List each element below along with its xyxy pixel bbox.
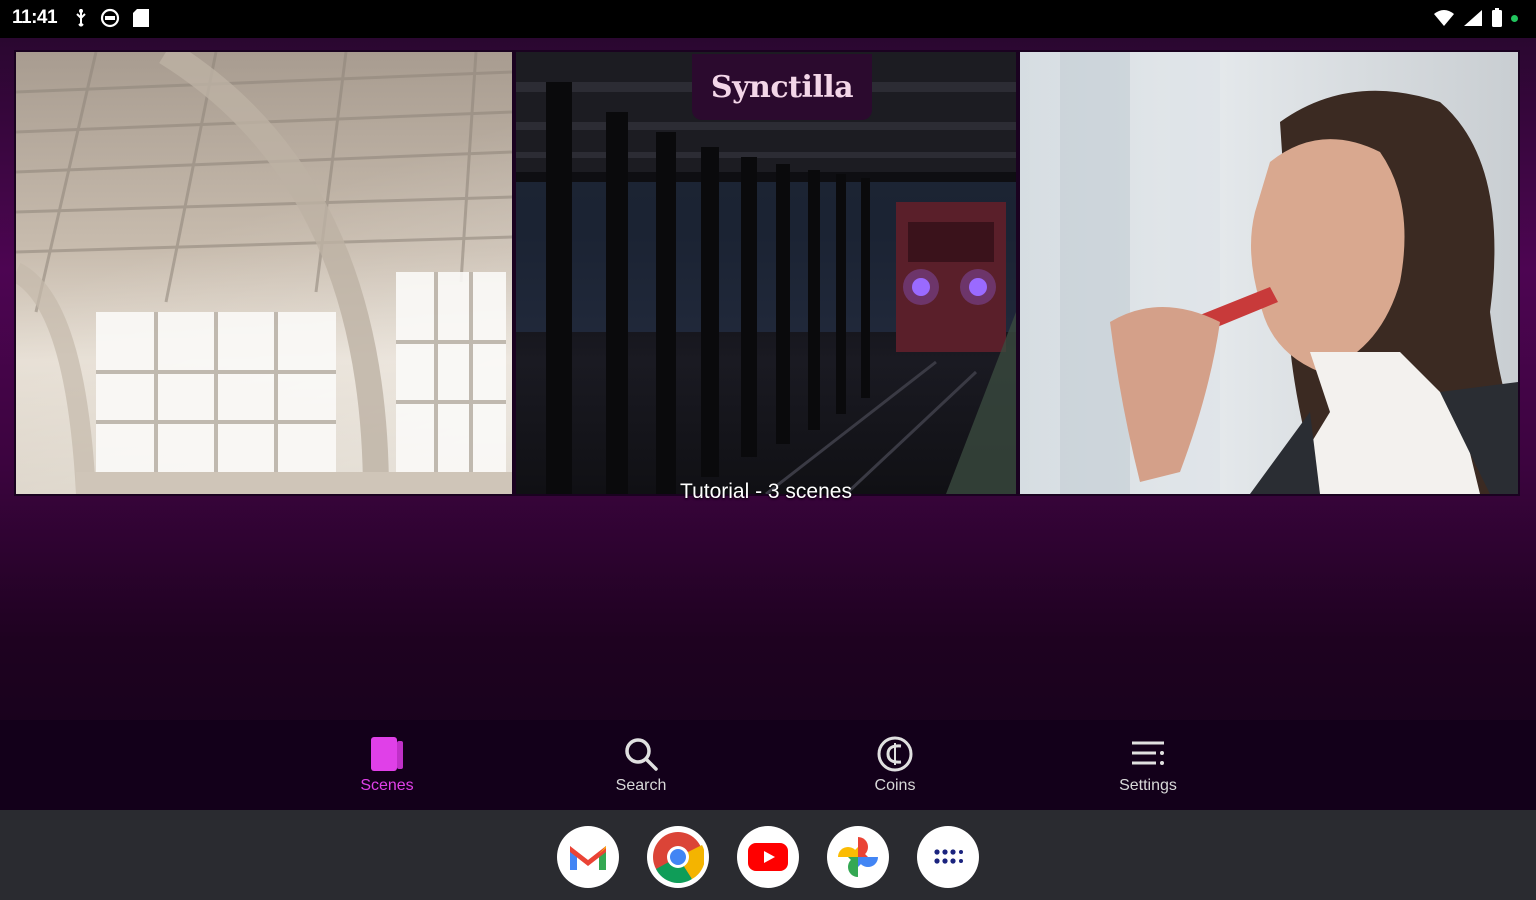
coins-icon: [877, 736, 913, 772]
dock-photos[interactable]: [827, 826, 889, 888]
scene-thumbnail-woman[interactable]: [1020, 52, 1518, 494]
wifi-icon: [1434, 10, 1454, 26]
vpn-icon: [100, 8, 120, 28]
signal-icon: [1464, 10, 1482, 26]
usb-icon: [76, 9, 86, 27]
youtube-icon: [748, 843, 788, 871]
nav-scenes-label: Scenes: [360, 777, 414, 794]
battery-icon: [1492, 8, 1502, 27]
bottom-navigation: Scenes Search Coins Settings: [0, 720, 1536, 810]
nav-search[interactable]: Search: [581, 720, 701, 810]
status-left-icons: [74, 8, 150, 28]
status-indicator-dot: [1511, 14, 1518, 22]
woman-illustration: [1060, 52, 1518, 494]
sd-card-icon: [133, 9, 149, 27]
taskbar: [0, 810, 1536, 900]
nav-settings[interactable]: Settings: [1088, 720, 1208, 810]
nav-coins[interactable]: Coins: [835, 720, 955, 810]
dock-gmail[interactable]: [557, 826, 619, 888]
app-drawer-icon: [934, 849, 963, 864]
scene-strip[interactable]: Synctilla Tutorial - 3 scenes: [14, 50, 1520, 503]
nav-coins-label: Coins: [874, 777, 916, 794]
scenes-icon: [371, 737, 403, 771]
nav-settings-label: Settings: [1119, 777, 1177, 794]
chrome-icon: [653, 832, 704, 883]
scene-thumbnail-hall[interactable]: [16, 52, 512, 494]
app-logo: Synctilla: [692, 54, 872, 120]
hall-illustration: [16, 52, 512, 494]
dock-chrome[interactable]: [647, 826, 709, 888]
dock-youtube[interactable]: [737, 826, 799, 888]
nav-scenes[interactable]: Scenes: [327, 720, 447, 810]
photos-icon: [838, 837, 878, 877]
nav-search-label: Search: [615, 777, 667, 794]
dock-app-drawer[interactable]: [917, 826, 979, 888]
gmail-icon: [570, 846, 606, 870]
scene-set-caption: Tutorial - 3 scenes: [680, 480, 852, 503]
status-bar: 11:41: [0, 0, 1536, 38]
search-icon: [625, 738, 658, 771]
synctilla-app: Synctilla Tutorial - 3 scenes Scenes Sea…: [0, 38, 1536, 810]
settings-icon: [1132, 741, 1164, 765]
status-time: 11:41: [12, 7, 58, 28]
status-right-icons: [1433, 8, 1518, 28]
